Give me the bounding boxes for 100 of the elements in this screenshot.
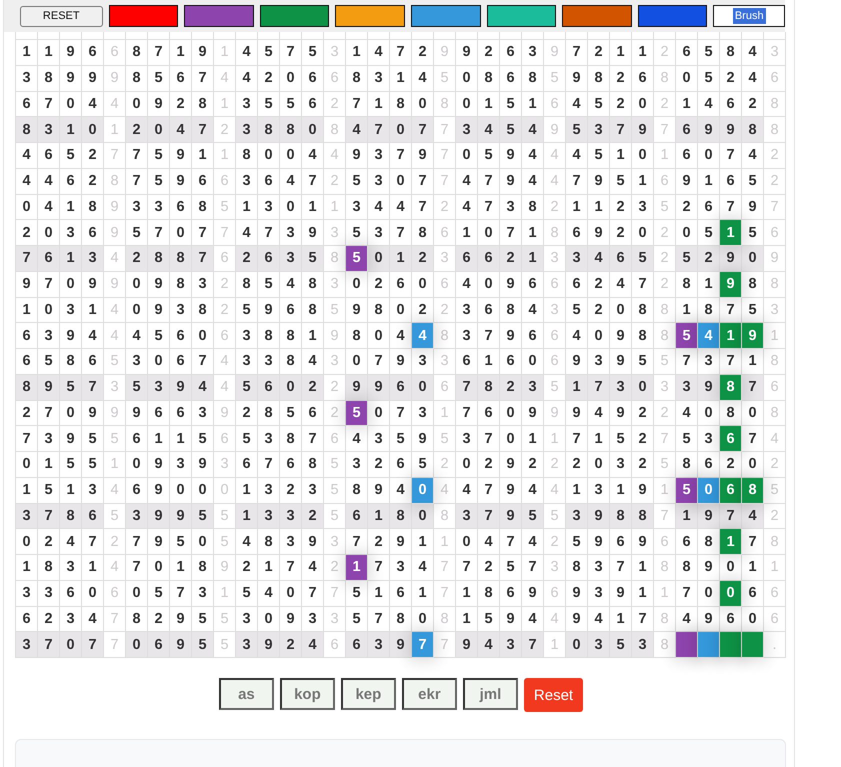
number-cell[interactable]: 5 [236,298,258,324]
number-cell[interactable]: 8 [258,400,280,426]
number-cell[interactable]: 1 [368,504,390,530]
number-cell[interactable]: 8 [236,143,258,169]
number-cell[interactable]: 5 [676,478,698,504]
number-cell[interactable]: 3 [280,529,302,555]
number-cell[interactable]: 9 [698,504,720,530]
number-cell[interactable]: 6 [82,504,104,530]
number-cell[interactable]: 5 [698,66,720,92]
number-cell[interactable]: 6 [500,40,522,66]
number-cell[interactable]: 1 [522,426,544,452]
number-cell[interactable]: 7 [390,400,412,426]
number-cell[interactable]: 9 [566,66,588,92]
number-cell[interactable]: 5 [346,400,368,426]
number-cell[interactable]: 0 [676,66,698,92]
mode-button[interactable]: kep [340,678,396,710]
number-cell[interactable]: 7 [126,529,148,555]
number-cell[interactable]: 0 [500,426,522,452]
number-cell[interactable]: 0 [698,143,720,169]
number-cell[interactable]: 0 [588,323,610,349]
number-cell[interactable]: 1 [742,555,764,581]
number-cell[interactable]: 4 [742,143,764,169]
number-cell[interactable]: 4 [258,580,280,606]
number-cell[interactable]: 5 [148,66,170,92]
number-cell[interactable]: 5 [566,298,588,324]
number-cell[interactable]: 7 [192,246,214,272]
number-cell[interactable]: 0 [588,452,610,478]
number-cell[interactable]: 3 [38,426,60,452]
number-cell[interactable]: 8 [192,194,214,220]
number-cell[interactable]: 4 [566,323,588,349]
number-cell[interactable]: 0 [280,66,302,92]
number-cell[interactable]: 9 [698,117,720,143]
number-cell[interactable]: 2 [302,504,324,530]
number-cell[interactable]: 1 [170,426,192,452]
number-cell[interactable]: 3 [632,194,654,220]
number-cell[interactable]: 7 [742,374,764,400]
number-cell[interactable]: 5 [126,374,148,400]
number-cell[interactable]: 2 [500,246,522,272]
number-cell[interactable]: 7 [82,374,104,400]
number-cell[interactable]: 7 [126,143,148,169]
number-cell[interactable]: 5 [522,504,544,530]
number-cell[interactable]: 9 [346,143,368,169]
number-cell[interactable]: 0 [280,143,302,169]
number-cell[interactable]: 7 [412,194,434,220]
mode-button[interactable]: as [218,678,274,710]
number-cell[interactable]: 9 [346,298,368,324]
number-cell[interactable]: 6 [170,194,192,220]
number-cell[interactable]: 9 [170,632,192,658]
number-cell[interactable]: 6 [676,529,698,555]
number-cell[interactable]: 8 [192,298,214,324]
number-cell[interactable]: 5 [632,246,654,272]
number-cell[interactable]: 5 [698,40,720,66]
number-cell[interactable]: 2 [412,40,434,66]
number-cell[interactable]: 9 [258,632,280,658]
number-cell[interactable]: 3 [82,246,104,272]
number-cell[interactable]: 2 [632,452,654,478]
number-cell[interactable]: 6 [522,323,544,349]
number-cell[interactable]: 7 [192,66,214,92]
number-cell[interactable]: 6 [280,298,302,324]
number-cell[interactable] [698,632,720,658]
number-cell[interactable]: 9 [126,400,148,426]
number-cell[interactable]: 1 [16,40,38,66]
number-cell[interactable]: 8 [346,323,368,349]
number-cell[interactable]: 9 [566,400,588,426]
number-cell[interactable]: 7 [720,504,742,530]
number-cell[interactable]: 7 [126,168,148,194]
number-cell[interactable]: 2 [478,555,500,581]
number-cell[interactable]: 3 [588,632,610,658]
number-cell[interactable]: 4 [676,400,698,426]
number-cell[interactable]: 6 [236,452,258,478]
reset-button[interactable]: RESET [20,6,103,26]
number-cell[interactable]: 8 [236,272,258,298]
number-cell[interactable]: 7 [38,504,60,530]
number-cell[interactable]: 1 [610,40,632,66]
number-cell[interactable]: 0 [456,452,478,478]
number-cell[interactable]: 5 [346,246,368,272]
number-cell[interactable]: 4 [60,529,82,555]
number-cell[interactable]: 9 [302,529,324,555]
number-cell[interactable]: 7 [192,117,214,143]
number-cell[interactable]: 1 [16,298,38,324]
number-cell[interactable]: 5 [610,632,632,658]
number-cell[interactable]: 6 [258,168,280,194]
number-cell[interactable]: 8 [126,66,148,92]
number-cell[interactable]: 7 [566,426,588,452]
number-cell[interactable]: 0 [346,272,368,298]
number-cell[interactable]: 5 [82,426,104,452]
number-cell[interactable]: 0 [16,452,38,478]
number-cell[interactable]: 0 [742,246,764,272]
number-cell[interactable]: 3 [500,632,522,658]
color-swatch[interactable] [486,5,556,27]
number-cell[interactable]: 6 [610,529,632,555]
number-cell[interactable]: 3 [588,117,610,143]
number-cell[interactable]: 1 [302,194,324,220]
number-cell[interactable]: 9 [192,452,214,478]
number-cell[interactable]: 5 [566,529,588,555]
number-cell[interactable]: 9 [258,298,280,324]
number-cell[interactable]: 0 [478,272,500,298]
number-cell[interactable]: 6 [500,66,522,92]
number-cell[interactable]: 0 [148,555,170,581]
number-cell[interactable]: 0 [280,374,302,400]
